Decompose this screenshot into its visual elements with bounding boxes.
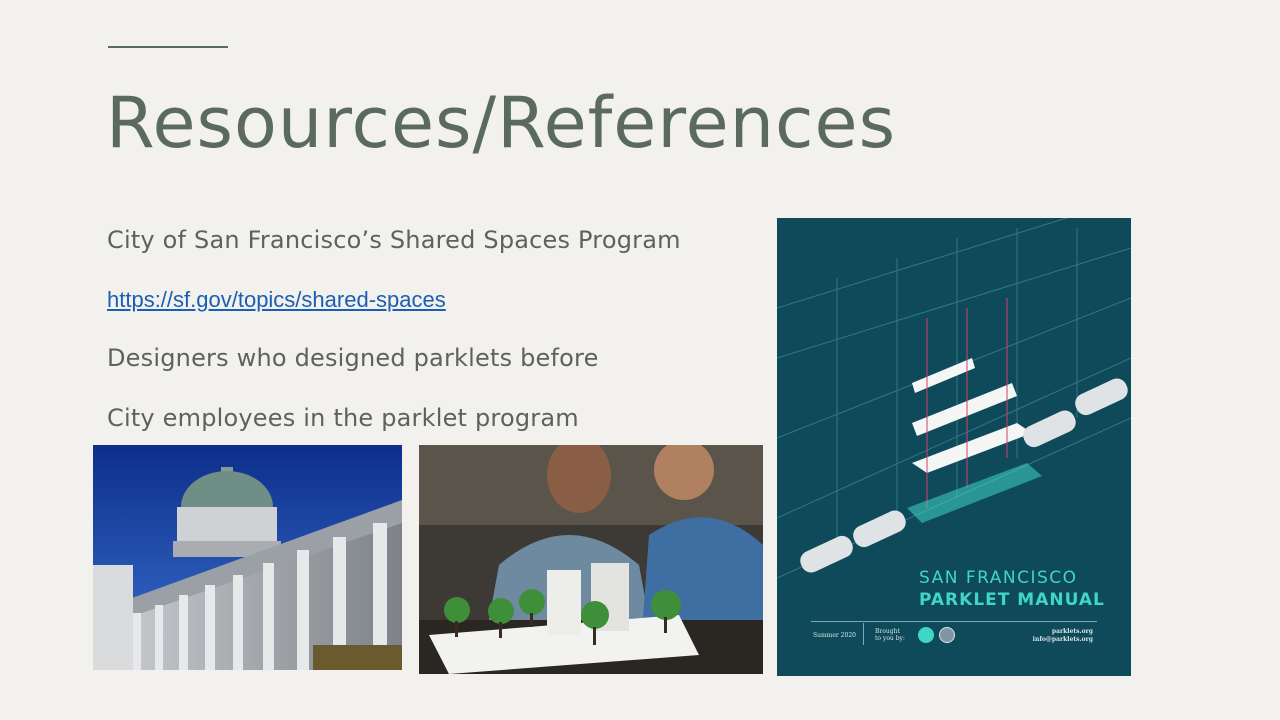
cover-site: parklets.org [1051, 628, 1093, 635]
slide: Resources/References City of San Francis… [0, 0, 1280, 720]
cover-contact: parklets.org info@parklets.org [1033, 628, 1093, 644]
cover-footer-divider [863, 623, 864, 645]
designers-text: Designers who designed parklets before [107, 344, 599, 372]
city-seal-icon [939, 627, 955, 643]
shared-spaces-link[interactable]: https://sf.gov/topics/shared-spaces [107, 287, 446, 313]
city-hall-photo [93, 445, 402, 670]
cover-date: Summer 2020 [813, 632, 856, 639]
cover-email: info@parklets.org [1032, 636, 1093, 643]
slide-title: Resources/References [106, 82, 897, 164]
program-text: City of San Francisco’s Shared Spaces Pr… [107, 226, 681, 254]
title-accent-line [108, 46, 228, 48]
employees-text: City employees in the parklet program [107, 404, 579, 432]
parklet-manual-cover: SAN FRANCISCO PARKLET MANUAL Summer 2020… [777, 218, 1131, 676]
cover-title-line1: SAN FRANCISCO [919, 568, 1078, 588]
cover-brought-by: Brought to you by: [875, 628, 905, 642]
architecture-model-photo [419, 445, 763, 674]
parklets-logo-icon [918, 627, 934, 643]
cover-footer-rule [811, 621, 1097, 622]
cover-title-line2: PARKLET MANUAL [919, 590, 1105, 610]
